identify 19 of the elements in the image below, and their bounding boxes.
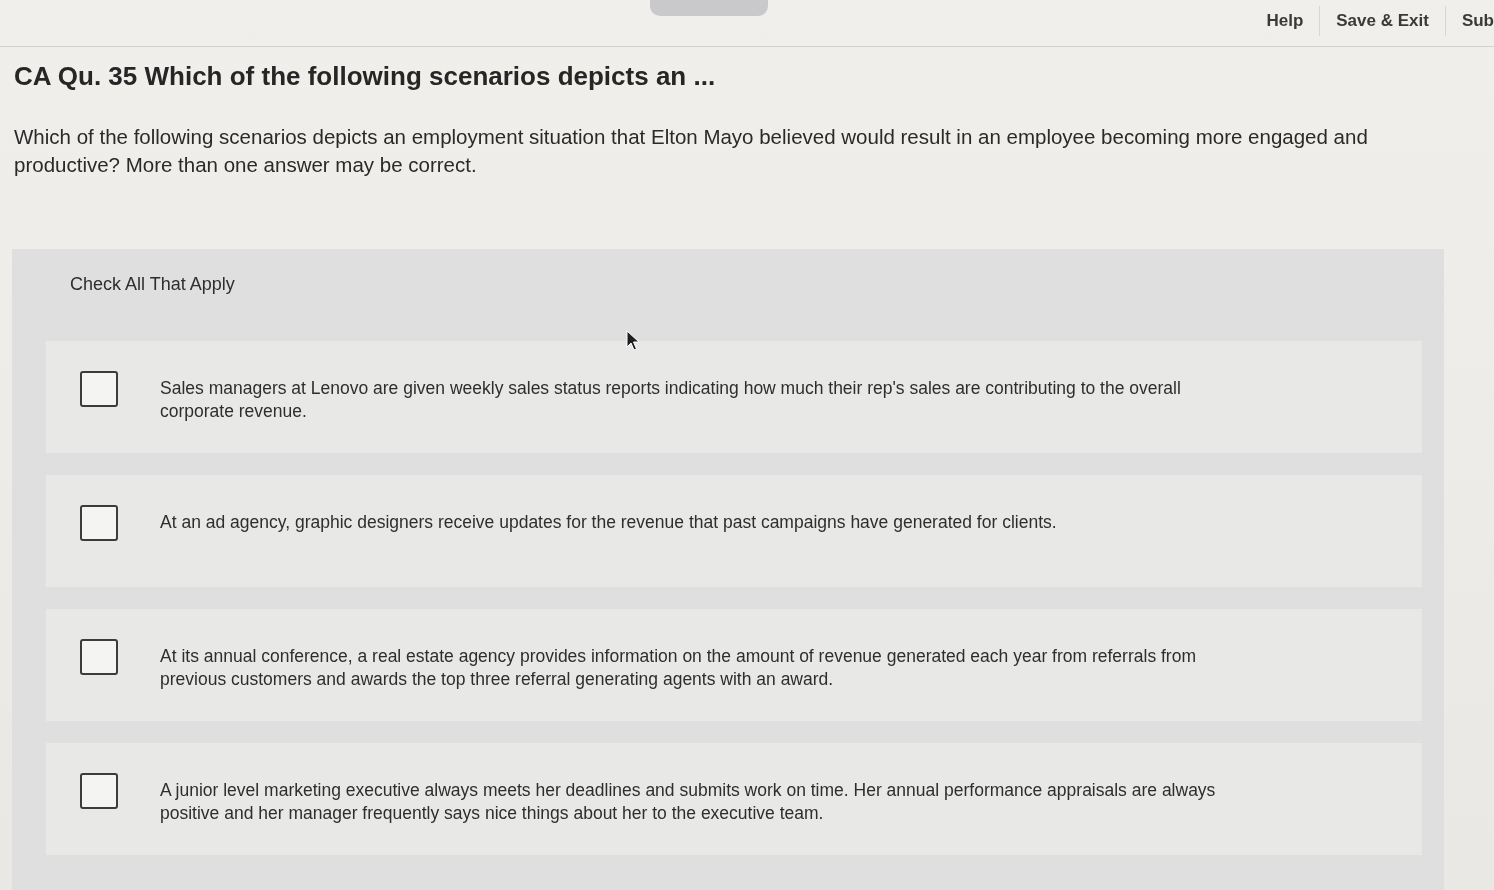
answer-option[interactable]: At an ad agency, graphic designers receive updates for the revenue that past campaigns have generated for clients. bbox=[46, 475, 1422, 587]
option-text: Sales managers at Lenovo are given weekly sales status reports indicating how much their rep's sales are contributing to the overall corporate revenue. bbox=[160, 377, 1182, 423]
question-title: CA Qu. 35 Which of the following scenarios depicts an ... bbox=[14, 60, 717, 93]
question-prompt: Which of the following scenarios depicts an employment situation that Elton Mayo believed would result in an employee becoming more engaged and productive? More than one answer may be correct. bbox=[14, 124, 1369, 178]
answer-option[interactable]: Sales managers at Lenovo are given weekly sales status reports indicating how much their rep's sales are contributing to the overall corporate revenue. bbox=[46, 341, 1422, 453]
option-text: A junior level marketing executive always meets her deadlines and submits work on time. Her annual performance appraisals are always positive and her manager frequently says nice things about her to the executive team. bbox=[160, 779, 1217, 825]
checkbox[interactable] bbox=[80, 773, 118, 809]
header-link[interactable]: Sub bbox=[1444, 6, 1494, 36]
header-link[interactable]: Save & Exit bbox=[1319, 6, 1445, 36]
answer-option[interactable] bbox=[46, 743, 1422, 855]
checkbox[interactable] bbox=[80, 639, 118, 675]
instruction-text: Check All That Apply bbox=[70, 273, 236, 296]
header-link[interactable]: Help bbox=[1250, 6, 1320, 36]
option-text: At its annual conference, a real estate agency provides information on the amount of revenue generated each year from referrals from previous customers and awards the top three referral generating agents with an award. bbox=[160, 645, 1197, 691]
checkbox[interactable] bbox=[80, 371, 118, 407]
option-text: At an ad agency, graphic designers receive updates for the revenue that past campaigns have generated for clients. bbox=[160, 511, 1057, 534]
checkbox[interactable] bbox=[80, 505, 118, 541]
pointer-cursor-icon bbox=[626, 330, 640, 352]
answer-option[interactable] bbox=[46, 609, 1422, 721]
